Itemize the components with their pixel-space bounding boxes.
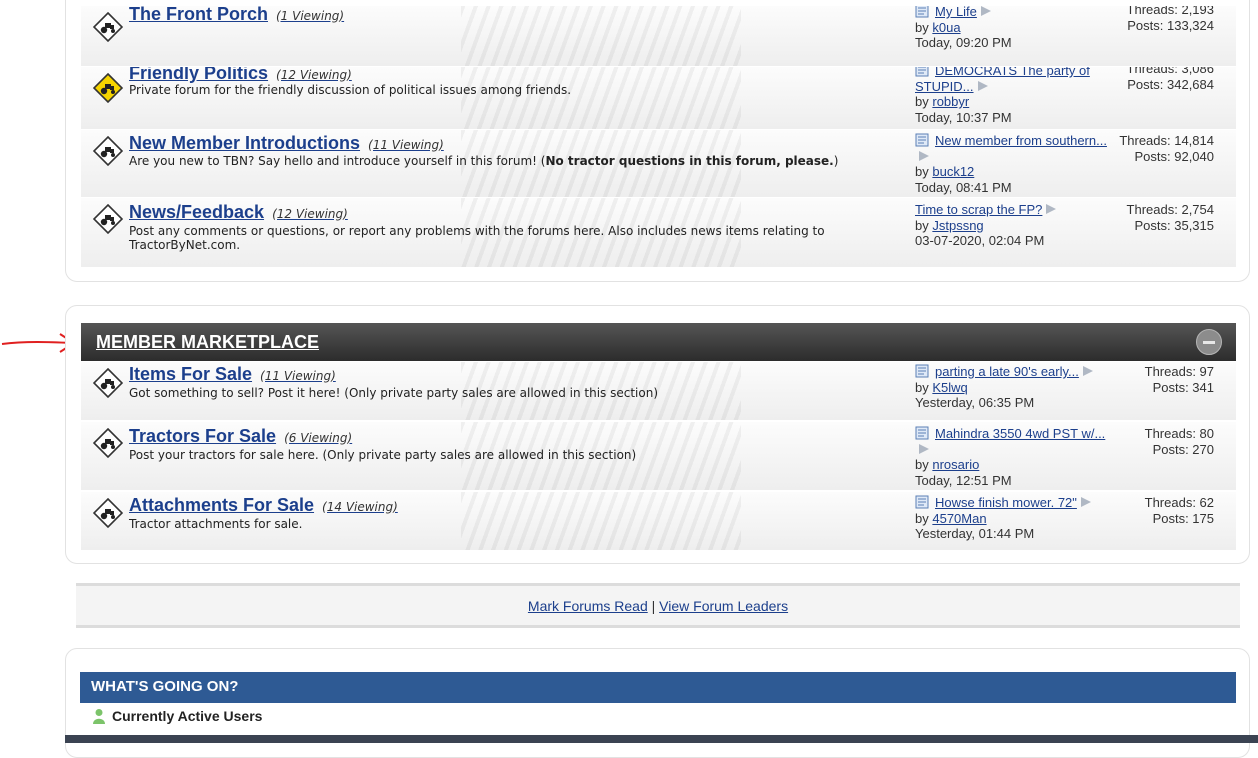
- whats-going-on-title: WHAT'S GOING ON?: [91, 678, 239, 695]
- tractor-sign-icon: [93, 12, 123, 42]
- forum-title-link[interactable]: Tractors For Sale (6 Viewing): [129, 426, 352, 447]
- tractor-sign-icon: [93, 136, 123, 166]
- last-post-title-link[interactable]: Time to scrap the FP?: [915, 202, 1042, 217]
- whats-going-on-header: WHAT'S GOING ON?: [80, 672, 1236, 703]
- post-icon: [915, 133, 929, 147]
- forum-stats: Threads: 2,193 Posts: 133,324: [1126, 6, 1214, 33]
- go-to-post-icon[interactable]: [977, 80, 989, 92]
- category-title-link[interactable]: MEMBER MARKETPLACE: [96, 332, 319, 353]
- forum-title-link[interactable]: Friendly Politics (12 Viewing): [129, 67, 352, 84]
- last-post-title-link[interactable]: DEMOCRATS The party of STUPID...: [915, 67, 1090, 94]
- post-icon: [915, 364, 929, 378]
- last-post-title-link[interactable]: Howse finish mower. 72": [935, 495, 1077, 510]
- forum-stats: Threads: 97 Posts: 341: [1144, 364, 1214, 395]
- forum-title-link[interactable]: The Front Porch (1 Viewing): [129, 6, 344, 25]
- active-users-heading: Currently Active Users: [92, 708, 262, 724]
- go-to-post-icon[interactable]: [1045, 203, 1057, 215]
- forum-viewing-count: (12 Viewing): [276, 68, 352, 82]
- collapse-minus-icon[interactable]: [1196, 329, 1222, 355]
- forum-description: Tractor attachments for sale.: [129, 517, 303, 531]
- forum-stats: Threads: 2,754 Posts: 35,315: [1126, 202, 1214, 233]
- last-post-time: Today, 12:51 PM: [915, 472, 1012, 488]
- last-post-title-link[interactable]: parting a late 90's early...: [935, 364, 1079, 379]
- forum-viewing-count: (1 Viewing): [276, 9, 345, 23]
- forum-viewing-count: (14 Viewing): [322, 500, 398, 514]
- last-post-time: Today, 09:20 PM: [915, 35, 1012, 50]
- go-to-post-icon[interactable]: [980, 6, 992, 17]
- forum-row: Items For Sale (11 Viewing) Got something…: [81, 362, 1236, 420]
- forum-viewing-count: (12 Viewing): [272, 207, 348, 221]
- last-post-title-link[interactable]: My Life: [935, 6, 977, 19]
- last-post-user-link[interactable]: nrosario: [932, 457, 979, 472]
- forum-description: Got something to sell? Post it here! (On…: [129, 386, 659, 400]
- forum-viewing-count: (6 Viewing): [284, 431, 353, 445]
- forum-row: News/Feedback (12 Viewing) Post any comme…: [81, 198, 1236, 267]
- forum-stats: Threads: 62 Posts: 175: [1144, 495, 1214, 526]
- forum-description: Are you new to TBN? Say hello and introd…: [129, 154, 839, 168]
- go-to-post-icon[interactable]: [918, 443, 930, 455]
- forum-viewing-count: (11 Viewing): [260, 369, 336, 383]
- view-forum-leaders-link[interactable]: View Forum Leaders: [659, 598, 788, 614]
- tractor-sign-icon: [93, 204, 123, 234]
- tractor-sign-icon: [93, 428, 123, 458]
- forum-stats: Threads: 14,814 Posts: 92,040: [1119, 133, 1214, 164]
- forum-title-link[interactable]: Items For Sale (11 Viewing): [129, 364, 336, 385]
- forum-stats: Threads: 80 Posts: 270: [1144, 426, 1214, 457]
- forum-row: New Member Introductions (11 Viewing) Are…: [81, 130, 1236, 197]
- last-post-time: Yesterday, 06:35 PM: [915, 395, 1035, 410]
- forum-row: The Front Porch (1 Viewing) My Life by k0…: [81, 6, 1236, 66]
- forum-description: Private forum for the friendly discussio…: [129, 83, 572, 97]
- last-post-user-link[interactable]: buck12: [932, 164, 974, 179]
- mark-forums-read-link[interactable]: Mark Forums Read: [528, 598, 648, 614]
- bottom-bar: [65, 735, 1258, 743]
- last-post-user-link[interactable]: Jstpssng: [932, 218, 983, 233]
- post-icon: [915, 495, 929, 509]
- forum-footer-links: Mark Forums Read | View Forum Leaders: [76, 583, 1240, 628]
- last-post-user-link[interactable]: 4570Man: [932, 511, 986, 526]
- post-icon: [915, 6, 929, 18]
- tractor-sign-new-icon: [93, 73, 123, 103]
- post-icon: [915, 67, 929, 77]
- last-post-time: 03-07-2020, 02:04 PM: [915, 233, 1045, 248]
- last-post-user-link[interactable]: K5lwq: [932, 380, 967, 395]
- category-header: MEMBER MARKETPLACE: [81, 323, 1236, 361]
- last-post-time: Yesterday, 01:44 PM: [915, 526, 1035, 541]
- last-post-user-link[interactable]: robbyr: [932, 94, 969, 109]
- forum-title-link[interactable]: News/Feedback (12 Viewing): [129, 202, 348, 223]
- marketplace-section: MEMBER MARKETPLACE Items For Sale (11 Vie…: [65, 305, 1250, 564]
- tractor-sign-icon: [93, 368, 123, 398]
- last-post-time: Today, 08:41 PM: [915, 179, 1012, 195]
- forum-title-link[interactable]: New Member Introductions (11 Viewing): [129, 133, 444, 154]
- forum-row: Friendly Politics (12 Viewing) Private fo…: [81, 67, 1236, 129]
- forum-viewing-count: (11 Viewing): [368, 138, 444, 152]
- last-post-user-link[interactable]: k0ua: [932, 20, 960, 35]
- post-icon: [915, 426, 929, 440]
- forum-stats: Threads: 3,086 Posts: 342,684: [1126, 67, 1214, 92]
- tractor-sign-icon: [93, 498, 123, 528]
- forum-description: Post your tractors for sale here. (Only …: [129, 448, 637, 462]
- forum-description: Post any comments or questions, or repor…: [129, 224, 825, 252]
- community-section: The Front Porch (1 Viewing) My Life by k0…: [65, 0, 1250, 282]
- last-post-time: Today, 10:37 PM: [915, 109, 1012, 125]
- forum-row: Attachments For Sale (14 Viewing) Tractor…: [81, 492, 1236, 550]
- forum-title-link[interactable]: Attachments For Sale (14 Viewing): [129, 495, 398, 516]
- forum-row: Tractors For Sale (6 Viewing) Post your t…: [81, 422, 1236, 490]
- go-to-post-icon[interactable]: [918, 150, 930, 162]
- user-icon: [93, 709, 105, 724]
